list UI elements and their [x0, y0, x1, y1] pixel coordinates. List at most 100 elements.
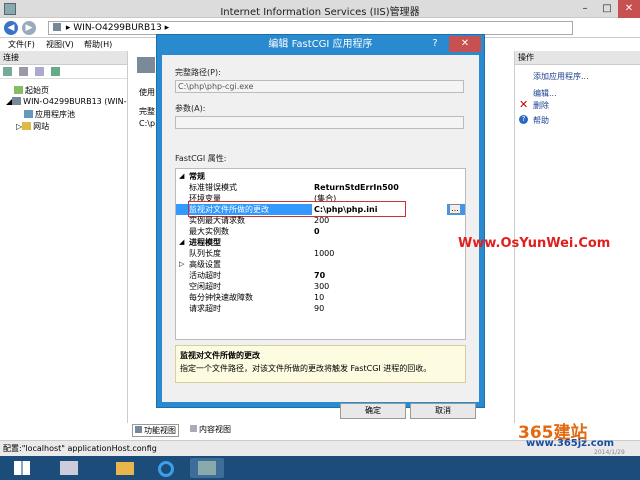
taskbar [0, 456, 640, 480]
use-label: 使用 [139, 88, 155, 97]
property-row[interactable]: 标准错误模式 ReturnStdErrIn500 [176, 182, 465, 193]
property-row[interactable]: 每分钟快速故障数 10 [176, 292, 465, 303]
help-icon: ? [519, 115, 528, 124]
property-name: 队列长度 [189, 249, 221, 258]
property-value: ReturnStdErrIn500 [314, 183, 399, 192]
help-link[interactable]: 帮助 [533, 115, 549, 126]
full-path-label: 完整路径(P): [175, 68, 221, 77]
arguments-field[interactable] [175, 116, 464, 129]
menu-view[interactable]: 视图(V) [46, 39, 74, 50]
ie-icon [158, 461, 174, 477]
iis-icon [198, 461, 216, 475]
tree-item-start-page[interactable]: 起始页 [14, 85, 49, 96]
property-row[interactable]: ▷ 高级设置 [176, 259, 465, 270]
property-name: 标准错误模式 [189, 183, 237, 192]
cancel-button[interactable]: 取消 [410, 403, 476, 419]
grid-header-full: 完整 [139, 107, 155, 116]
server-icon [53, 23, 61, 31]
add-application-link[interactable]: 添加应用程序... [533, 71, 589, 82]
start-button[interactable] [6, 458, 40, 478]
arguments-label: 参数(A): [175, 104, 206, 113]
group-general[interactable]: ◢ 常规 [176, 171, 465, 182]
edit-fastcgi-dialog: 编辑 FastCGI 应用程序 ? ✕ 完整路径(P): C:\php\php-… [156, 34, 485, 419]
tree-label: 起始页 [25, 86, 49, 95]
content-view-icon [190, 425, 197, 432]
property-row[interactable]: 空闲超时 300 [176, 281, 465, 292]
full-path-field[interactable]: C:\php\php-cgi.exe [175, 80, 464, 93]
property-name: 实例最大请求数 [189, 216, 245, 225]
ok-button[interactable]: 确定 [340, 403, 406, 419]
expand-icon[interactable]: ▷ [179, 259, 184, 270]
refresh-icon[interactable] [50, 67, 60, 76]
collapse-icon[interactable]: ◢ [179, 171, 184, 182]
menu-file[interactable]: 文件(F) [8, 39, 35, 50]
property-row[interactable]: 队列长度 1000 [176, 248, 465, 259]
property-value: 10 [314, 293, 325, 302]
tree-item-app-pools[interactable]: 应用程序池 [24, 109, 75, 120]
watermark: Www.OsYunWei.Com [458, 236, 611, 251]
dialog-body: 完整路径(P): C:\php\php-cgi.exe 参数(A): FastC… [162, 55, 479, 419]
site-logo: 365建站 www.365jz.com 2014/1/29 [512, 418, 638, 456]
description-text: 指定一个文件路径，对该文件所做的更改将触发 FastCGI 进程的回收。 [180, 364, 432, 373]
tree-item-sites[interactable]: ▷ 网站 [16, 121, 49, 132]
dialog-help-button[interactable]: ? [423, 36, 447, 52]
server-icon [12, 97, 22, 105]
folder-icon [116, 462, 134, 475]
actions-header: 操作 [515, 51, 640, 65]
browse-button[interactable]: ... [449, 204, 461, 214]
up-icon[interactable] [34, 67, 44, 76]
property-row[interactable]: 实例最大请求数 200 [176, 215, 465, 226]
property-description: 监视对文件所做的更改 指定一个文件路径，对该文件所做的更改将触发 FastCGI… [175, 345, 466, 383]
save-icon[interactable] [18, 67, 28, 76]
edit-link[interactable]: 编辑... [533, 88, 557, 99]
connections-toolbar [0, 65, 127, 79]
tree-item-server[interactable]: ◢ WIN-O4299BURB13 (WIN- [6, 97, 127, 106]
address-field[interactable]: ▸ WIN-O4299BURB13 ▸ [48, 21, 573, 35]
connect-icon[interactable] [3, 67, 12, 76]
maximize-button[interactable]: □ [596, 0, 618, 18]
property-value: 1000 [314, 249, 335, 258]
property-value: 300 [314, 282, 330, 291]
title-bar: Internet Information Services (IIS)管理器 –… [0, 0, 640, 18]
windows-icon [14, 461, 30, 475]
delete-link[interactable]: 删除 [533, 100, 549, 111]
property-row[interactable]: 请求超时 90 [176, 303, 465, 314]
taskbar-explorer[interactable] [108, 458, 142, 478]
tab-label: 内容视图 [199, 425, 231, 434]
minimize-button[interactable]: – [574, 0, 596, 18]
app-pool-icon [24, 110, 33, 118]
tab-content-view[interactable]: 内容视图 [188, 424, 233, 435]
back-icon[interactable]: ◀ [4, 21, 18, 35]
dialog-close-button[interactable]: ✕ [449, 36, 481, 52]
group-process-model[interactable]: ◢ 进程模型 [176, 237, 465, 248]
menu-help[interactable]: 帮助(H) [84, 39, 112, 50]
property-name: 请求超时 [189, 304, 221, 313]
property-name: 最大实例数 [189, 227, 229, 236]
collapse-icon[interactable]: ◢ [179, 237, 184, 248]
grid-row-path[interactable]: C:\p [139, 119, 155, 128]
forward-icon[interactable]: ▶ [22, 21, 36, 35]
description-title: 监视对文件所做的更改 [180, 351, 260, 360]
logo-date: 2014/1/29 [594, 449, 625, 456]
group-label: 常规 [189, 172, 205, 181]
connections-header: 连接 [0, 51, 127, 65]
taskbar-server-manager[interactable] [52, 458, 86, 478]
property-value: 70 [314, 271, 326, 280]
property-name: 活动超时 [189, 271, 221, 280]
tree-label: 应用程序池 [35, 110, 75, 119]
tab-features-view[interactable]: 功能视图 [132, 424, 179, 437]
taskbar-internet-explorer[interactable] [150, 458, 184, 478]
properties-label: FastCGI 属性: [175, 154, 227, 163]
home-icon [14, 86, 23, 94]
address-text: WIN-O4299BURB13 [73, 23, 162, 33]
delete-icon: ✕ [519, 98, 529, 111]
property-value: 0 [314, 227, 320, 236]
taskbar-iis-manager[interactable] [190, 458, 224, 478]
property-grid: ◢ 常规 标准错误模式 ReturnStdErrIn500 环境变量 (集合) 监视对… [175, 168, 466, 340]
close-button[interactable]: ✕ [618, 0, 640, 18]
property-row[interactable]: 最大实例数 0 [176, 226, 465, 237]
group-label: 进程模型 [189, 238, 221, 247]
fastcgi-icon [137, 57, 155, 73]
features-view-icon [135, 426, 142, 433]
property-row[interactable]: 活动超时 70 [176, 270, 465, 281]
